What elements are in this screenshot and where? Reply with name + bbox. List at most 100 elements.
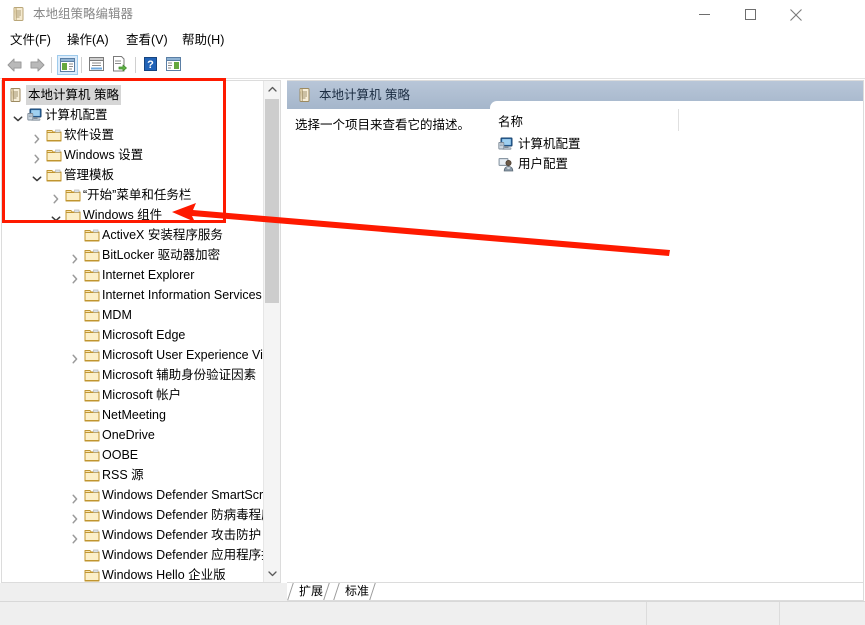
chevron-right-icon[interactable] [70, 350, 80, 364]
tree-item-label: “开始”菜单和任务栏 [83, 188, 192, 202]
menu-file[interactable]: 文件(F) [6, 32, 55, 49]
chevron-right-icon[interactable] [51, 190, 61, 204]
tree-item[interactable]: 计算机配置 [2, 105, 264, 125]
tree-item[interactable]: MDM [2, 305, 264, 325]
folder-icon [84, 267, 100, 283]
list-item[interactable]: 用户配置 [490, 154, 863, 174]
chevron-right-icon[interactable] [70, 270, 80, 284]
close-button[interactable] [773, 0, 819, 29]
tree-item-label: BitLocker 驱动器加密 [102, 248, 221, 262]
tree-item-label: Windows Hello 企业版 [102, 568, 226, 582]
tree-item[interactable]: Internet Information Services [2, 285, 264, 305]
tree-item-label: ActiveX 安装程序服务 [102, 228, 223, 242]
tree-item[interactable]: Windows Defender 应用程序控制 [2, 545, 264, 565]
properties-icon[interactable] [87, 55, 108, 75]
folder-icon [84, 367, 100, 383]
tree-item[interactable]: Microsoft 帐户 [2, 385, 264, 405]
toolbar: ? [0, 52, 865, 79]
chevron-right-icon[interactable] [70, 490, 80, 504]
tab-standard-label: 标准 [345, 584, 370, 598]
folder-icon [46, 147, 62, 163]
tree-item[interactable]: 本地计算机 策略 [2, 85, 264, 105]
tree-item-label: 管理模板 [64, 168, 115, 182]
chevron-down-icon[interactable] [13, 110, 23, 122]
folder-icon [65, 187, 81, 203]
tree-item[interactable]: NetMeeting [2, 405, 264, 425]
tab-strip: 扩展 标准 [287, 583, 864, 601]
tree-item[interactable]: Windows Defender 攻击防护 [2, 525, 264, 545]
chevron-down-icon[interactable] [51, 210, 61, 222]
status-bar [0, 601, 865, 625]
tree-item[interactable]: Windows Defender 防病毒程序 [2, 505, 264, 525]
column-divider[interactable] [678, 109, 679, 131]
chevron-right-icon[interactable] [70, 250, 80, 264]
right-pane-title: 本地计算机 策略 [319, 88, 410, 102]
tree-item[interactable]: Microsoft 辅助身份验证因素 [2, 365, 264, 385]
folder-icon [84, 427, 100, 443]
policy-scroll-icon [297, 87, 313, 103]
computer-icon [27, 107, 43, 123]
menu-bar: 文件(F) 操作(A) 查看(V) 帮助(H) [0, 29, 865, 52]
tree-item[interactable]: Windows Hello 企业版 [2, 565, 264, 582]
folder-icon [84, 307, 100, 323]
folder-icon [84, 447, 100, 463]
tree-item[interactable]: Internet Explorer [2, 265, 264, 285]
tree-item[interactable]: Microsoft Edge [2, 325, 264, 345]
items-list-panel: 名称 计算机配置 用户配置 [490, 101, 863, 582]
list-column-header[interactable]: 名称 [490, 101, 863, 134]
tree-item[interactable]: 软件设置 [2, 125, 264, 145]
tree-item-label: 本地计算机 策略 [26, 85, 121, 105]
scrollbar-thumb[interactable] [265, 99, 279, 303]
minimize-button[interactable] [681, 0, 727, 29]
tree-item[interactable]: OneDrive [2, 425, 264, 445]
tree-item[interactable]: OOBE [2, 445, 264, 465]
tree-item-label: Windows Defender 应用程序控制 [102, 548, 264, 562]
folder-icon [46, 127, 62, 143]
menu-help[interactable]: 帮助(H) [178, 32, 228, 49]
chevron-right-icon[interactable] [70, 510, 80, 524]
tree-view[interactable]: 本地计算机 策略 计算机配置 软件设置 Windows 设置 管理模板 “开始”菜单和任务… [2, 81, 264, 582]
export-list-icon[interactable] [110, 55, 131, 75]
folder-icon [84, 547, 100, 563]
show-hide-tree-icon[interactable] [57, 55, 78, 75]
svg-text:?: ? [147, 59, 154, 71]
tree-item[interactable]: Windows 设置 [2, 145, 264, 165]
tree-item[interactable]: Windows Defender SmartScreen [2, 485, 264, 505]
chevron-right-icon[interactable] [32, 130, 42, 144]
menu-action[interactable]: 操作(A) [63, 32, 113, 49]
tree-vertical-scrollbar[interactable] [263, 81, 280, 582]
scroll-down-icon[interactable] [264, 565, 280, 582]
show-action-pane-icon[interactable] [164, 55, 185, 75]
tree-item[interactable]: RSS 源 [2, 465, 264, 485]
menu-view[interactable]: 查看(V) [122, 32, 172, 49]
window-title: 本地组策略编辑器 [33, 7, 134, 21]
scroll-up-icon[interactable] [264, 81, 280, 98]
list-item[interactable]: 计算机配置 [490, 134, 863, 154]
back-arrow-icon[interactable] [4, 55, 25, 75]
tree-item[interactable]: 管理模板 [2, 165, 264, 185]
tree-item[interactable]: Windows 组件 [2, 205, 264, 225]
forward-arrow-icon[interactable] [27, 55, 48, 75]
chevron-right-icon[interactable] [70, 530, 80, 544]
tree-item[interactable]: Microsoft User Experience Virtualization [2, 345, 264, 365]
tree-item[interactable]: “开始”菜单和任务栏 [2, 185, 264, 205]
chevron-down-icon[interactable] [32, 170, 42, 182]
tab-standard[interactable]: 标准 [333, 583, 376, 600]
folder-icon [84, 387, 100, 403]
tree-item[interactable]: ActiveX 安装程序服务 [2, 225, 264, 245]
folder-icon [84, 407, 100, 423]
tree-item-label: OOBE [102, 448, 139, 462]
folder-icon [84, 327, 100, 343]
computer-icon [498, 136, 514, 152]
tree-item-label: Internet Information Services [102, 288, 262, 302]
column-header-name: 名称 [498, 115, 524, 129]
maximize-button[interactable] [727, 0, 773, 29]
tab-extended[interactable]: 扩展 [287, 583, 330, 600]
chevron-right-icon[interactable] [32, 150, 42, 164]
help-icon[interactable]: ? [141, 55, 162, 75]
folder-icon [84, 507, 100, 523]
folder-icon [84, 347, 100, 363]
tree-item[interactable]: BitLocker 驱动器加密 [2, 245, 264, 265]
tab-extended-label: 扩展 [299, 584, 324, 598]
tree-item-label: Windows 设置 [64, 148, 144, 162]
